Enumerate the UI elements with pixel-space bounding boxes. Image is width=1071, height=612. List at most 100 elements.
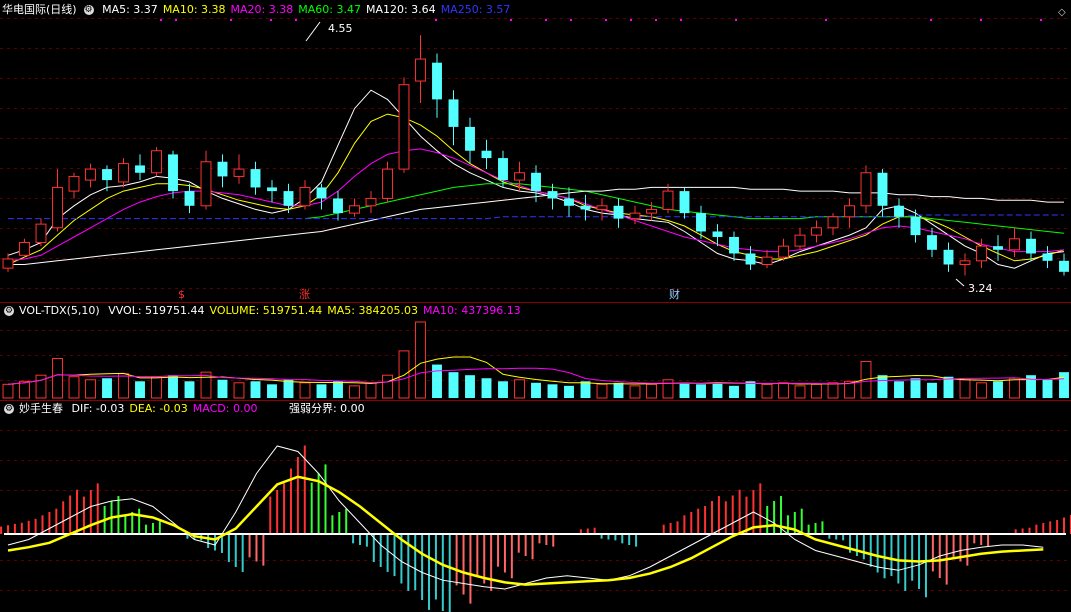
candle-body bbox=[1009, 238, 1020, 251]
candle-body bbox=[349, 205, 360, 214]
candle-body bbox=[217, 161, 228, 177]
macd-indicator-name: 妙手生春 bbox=[19, 402, 63, 415]
candle bbox=[696, 205, 706, 239]
candle-body bbox=[943, 249, 954, 265]
settings-icon[interactable]: ⚙ bbox=[83, 5, 94, 15]
candle bbox=[811, 220, 822, 243]
candle-body bbox=[564, 198, 574, 206]
volume-bar bbox=[299, 382, 311, 399]
volume-bar bbox=[629, 385, 641, 399]
volume-bar bbox=[729, 385, 739, 398]
ma-label: MA5: 3.37 bbox=[102, 3, 158, 16]
macd-indicator-header: ⚙ 妙手生春 DIF: -0.03 DEA: -0.03 MACD: 0.00 强弱分… bbox=[2, 402, 370, 416]
candle-body bbox=[761, 256, 773, 265]
candle bbox=[613, 198, 624, 228]
volume-bar bbox=[580, 381, 591, 398]
candle-body bbox=[531, 172, 541, 192]
volume-bar bbox=[102, 378, 112, 398]
ma-label: MA10: 3.38 bbox=[162, 3, 226, 16]
candle-body bbox=[2, 258, 14, 269]
candle-body bbox=[365, 197, 377, 207]
volume-indicator-header: ⚙ VOL-TDX(5,10) VVOL: 519751.44 VOLUME: 51… bbox=[2, 304, 531, 318]
dif-line bbox=[7, 445, 1044, 590]
volume-bar bbox=[365, 382, 377, 399]
volume-bar bbox=[68, 376, 80, 399]
settings-icon[interactable]: ⚙ bbox=[4, 404, 14, 414]
event-marker-limit-up[interactable]: 涨 bbox=[299, 288, 310, 301]
volume-bar bbox=[398, 350, 410, 399]
candle-body bbox=[860, 172, 872, 207]
signal-dot bbox=[570, 19, 572, 21]
candle bbox=[1009, 227, 1020, 258]
candle bbox=[910, 209, 921, 243]
candle bbox=[415, 35, 426, 104]
macd-label: DIF: -0.03 bbox=[71, 402, 125, 415]
candle bbox=[481, 139, 492, 170]
settings-icon[interactable]: ⚙ bbox=[4, 306, 14, 316]
main-indicator-header: 华电国际(日线) ⚙ MA5: 3.37 MA10: 3.38 MA20: 3.38 M… bbox=[2, 3, 520, 17]
candle bbox=[465, 117, 475, 164]
candle-body bbox=[398, 84, 410, 170]
volume-bar bbox=[993, 381, 1003, 398]
diamond-icon[interactable]: ◇ bbox=[1058, 6, 1066, 19]
signal-dot bbox=[230, 19, 232, 21]
volume-bar bbox=[1059, 372, 1069, 398]
candle-body bbox=[200, 161, 212, 207]
volume-bar bbox=[349, 385, 360, 399]
candle-body bbox=[135, 165, 145, 173]
candle bbox=[729, 231, 739, 261]
candle-body bbox=[316, 187, 327, 199]
volume-bar bbox=[481, 378, 492, 398]
volume-bar bbox=[894, 381, 904, 398]
volume-bar bbox=[382, 374, 393, 399]
strength-label: 强弱分界: 0.00 bbox=[288, 402, 365, 415]
candle-body bbox=[52, 186, 63, 229]
candle-body bbox=[432, 62, 442, 100]
candle-body bbox=[102, 169, 112, 181]
candle-body bbox=[646, 208, 657, 214]
candle bbox=[1059, 253, 1069, 276]
candle bbox=[299, 180, 311, 210]
chart-decorations bbox=[160, 19, 1042, 287]
candle bbox=[398, 77, 410, 173]
candle bbox=[993, 235, 1003, 261]
volume-indicator-name: VOL-TDX(5,10) bbox=[19, 304, 100, 317]
volume-bar bbox=[267, 384, 277, 398]
signal-dot bbox=[735, 19, 737, 21]
volume-bar bbox=[778, 382, 789, 399]
volume-bar bbox=[596, 383, 608, 399]
volume-bar bbox=[613, 382, 624, 398]
candle bbox=[365, 191, 377, 214]
ma-label-row: MA5: 3.37 MA10: 3.38 MA20: 3.38 MA60: 3.47 M… bbox=[102, 3, 515, 16]
event-marker-dividend[interactable]: $ bbox=[178, 288, 185, 301]
candle bbox=[333, 191, 343, 221]
signal-dot bbox=[680, 19, 682, 21]
candle bbox=[1026, 231, 1036, 261]
candle-body bbox=[894, 205, 904, 217]
event-marker-finance[interactable]: 财 bbox=[669, 288, 680, 301]
candle bbox=[168, 150, 178, 199]
candle-body bbox=[168, 154, 178, 192]
volume-bar bbox=[1009, 377, 1020, 399]
volume-bar bbox=[432, 364, 442, 398]
candle-body bbox=[679, 191, 690, 214]
signal-dot bbox=[545, 19, 547, 21]
ma-label: MA120: 3.64 bbox=[365, 3, 436, 16]
volume-bar bbox=[233, 382, 245, 399]
candle bbox=[827, 213, 839, 236]
volume-bar bbox=[646, 383, 657, 399]
candle bbox=[135, 154, 145, 181]
candle-body bbox=[1042, 253, 1053, 261]
candle-body bbox=[596, 205, 608, 210]
volume-bar bbox=[217, 379, 228, 398]
candle-body bbox=[547, 191, 558, 199]
signal-dot bbox=[605, 19, 607, 21]
candle-body bbox=[696, 213, 706, 232]
candlestick-series[interactable] bbox=[2, 35, 1069, 276]
candle-body bbox=[283, 191, 294, 206]
candle bbox=[498, 150, 508, 188]
volume-label: VOLUME: 519751.44 bbox=[209, 304, 323, 317]
volume-bar bbox=[85, 379, 96, 399]
signal-dot bbox=[655, 19, 657, 21]
volume-bar bbox=[19, 380, 30, 399]
